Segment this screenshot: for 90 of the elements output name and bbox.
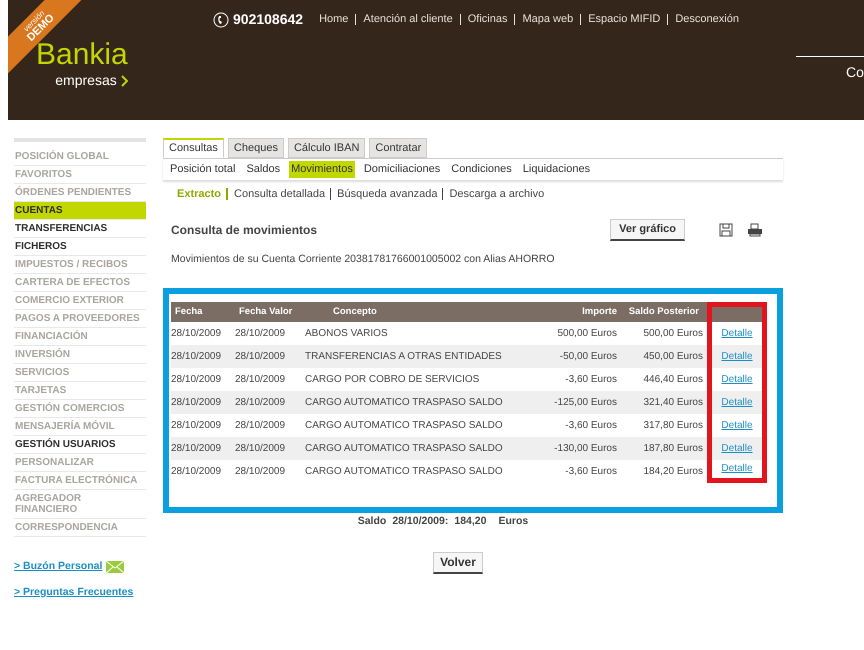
column-header: Fecha — [171, 302, 235, 322]
subtab[interactable]: Domiciliaciones — [362, 161, 442, 178]
sidebar-item[interactable]: CUENTAS — [14, 202, 146, 220]
table-cell: 28/10/2009 — [171, 390, 235, 414]
submenu-link[interactable]: Descarga a archivo — [449, 188, 544, 200]
subtab[interactable]: Saldos — [244, 161, 282, 178]
subtab[interactable]: Movimientos — [289, 161, 355, 178]
tab[interactable]: Consultas — [163, 138, 224, 158]
detail-link[interactable]: Detalle — [721, 348, 753, 364]
table-cell: -125,00 Euros — [509, 390, 621, 414]
submenu-link[interactable]: Búsqueda avanzada — [337, 188, 444, 200]
table-cell-text: 28/10/2009 — [235, 418, 286, 433]
table-cell-text: 28/10/2009 — [171, 418, 222, 433]
tab[interactable]: Contratar — [369, 138, 428, 158]
sidebar-item[interactable]: GESTIÓN USUARIOS — [14, 436, 146, 454]
table-cell: 28/10/2009 — [171, 436, 235, 460]
column-header: Fecha Valor — [235, 302, 303, 322]
table-cell-text: -3,60 Euros — [564, 372, 618, 387]
table-cell-text: CARGO AUTOMATICO TRASPASO SALDO — [304, 418, 504, 433]
table-cell-text: 28/10/2009 — [235, 326, 286, 341]
table-cell-text: 317,80 Euros — [642, 418, 704, 433]
subtab[interactable]: Condiciones — [449, 161, 514, 178]
logo[interactable]: Bankia — [36, 40, 128, 70]
table-cell-text: -3,60 Euros — [564, 464, 618, 479]
balance-amount: 184,20 — [454, 514, 486, 529]
detail-link[interactable]: Detalle — [721, 394, 753, 410]
header-link[interactable]: Desconexión — [667, 14, 739, 25]
table-cell-text: CARGO AUTOMATICO TRASPASO SALDO — [304, 464, 504, 479]
detail-link[interactable]: Detalle — [721, 461, 753, 476]
table-cell-text: ABONOS VARIOS — [304, 326, 389, 341]
header-link[interactable]: Oficinas — [460, 14, 508, 25]
table-cell: TRANSFERENCIAS A OTRAS ENTIDADES — [303, 344, 509, 368]
table-cell-text: 28/10/2009 — [171, 372, 222, 387]
table-cell: 28/10/2009 — [235, 390, 303, 414]
sidebar-item[interactable]: TRANSFERENCIAS — [14, 220, 146, 238]
table-cell-text: 28/10/2009 — [171, 326, 222, 341]
detail-link[interactable]: Detalle — [721, 326, 753, 341]
balance-label: Saldo — [358, 514, 386, 529]
detail-link[interactable]: Detalle — [721, 418, 753, 433]
balance-date: 28/10/2009: — [392, 514, 448, 529]
subtab[interactable]: Liquidaciones — [520, 161, 592, 178]
header-link[interactable]: Espacio MIFID — [580, 14, 660, 25]
table-cell: -130,00 Euros — [509, 436, 621, 460]
tab[interactable]: Cheques — [228, 138, 284, 158]
table-cell: 187,80 Euros — [621, 436, 707, 460]
detail-link[interactable]: Detalle — [721, 372, 753, 387]
tab[interactable]: Cálculo IBAN — [288, 138, 366, 158]
table-cell-text: 500,00 Euros — [642, 326, 704, 341]
table-cell: 28/10/2009 — [171, 344, 235, 368]
save-icon[interactable] — [719, 223, 733, 237]
table-cell: 450,00 Euros — [621, 344, 707, 368]
table-cell: 321,40 Euros — [621, 390, 707, 414]
table-cell-text: 28/10/2009 — [235, 464, 286, 479]
table-cell-text: 500,00 Euros — [556, 326, 618, 341]
cut-header-text: Co — [846, 63, 864, 82]
page-title: Consulta de movimientos — [171, 222, 318, 239]
table-cell-text: CARGO POR COBRO DE SERVICIOS — [304, 372, 480, 387]
print-icon[interactable] — [747, 223, 763, 237]
subtab[interactable]: Posición total — [168, 161, 238, 178]
chart-button[interactable]: Ver gráfico — [610, 219, 685, 241]
phone-number: 902108642 — [233, 10, 304, 29]
balance-currency: Euros — [498, 514, 528, 529]
back-button[interactable]: Volver — [433, 552, 483, 574]
column-header: Saldo Posterior — [621, 302, 707, 322]
table-cell-text: -3,60 Euros — [564, 418, 618, 433]
table-cell: -50,00 Euros — [509, 344, 621, 368]
header-link[interactable]: Atención al cliente — [355, 14, 453, 25]
chevron-icon — [120, 74, 128, 86]
account-description: Movimientos de su Cuenta Corriente 20381781766001005002 con Alias AHORRO — [170, 252, 556, 267]
submenu-link[interactable]: Consulta detallada — [234, 188, 332, 200]
table-cell-text: 28/10/2009 — [235, 372, 286, 387]
table-cell-text: 28/10/2009 — [171, 464, 222, 479]
help-link[interactable]: > Buzón Personal — [14, 559, 102, 575]
phone-icon — [213, 12, 229, 28]
help-link[interactable]: > Preguntas Frecuentes — [14, 584, 134, 600]
column-header: Importe — [509, 302, 621, 322]
column-header: Concepto — [303, 302, 509, 322]
detail-link[interactable]: Detalle — [721, 440, 753, 456]
table-cell: 28/10/2009 — [235, 436, 303, 460]
table-cell-text: 446,40 Euros — [642, 372, 704, 387]
sidebar-item[interactable]: FICHEROS — [14, 238, 146, 256]
submenu-link[interactable]: Extracto — [177, 188, 228, 200]
header-link[interactable]: Mapa web — [514, 14, 574, 25]
envelope-icon — [106, 560, 124, 573]
header-link[interactable]: Home — [319, 14, 348, 25]
table-cell: CARGO AUTOMATICO TRASPASO SALDO — [303, 390, 509, 414]
table-cell-text: 184,20 Euros — [642, 464, 704, 479]
table-cell: 28/10/2009 — [235, 344, 303, 368]
logo-subtitle: empresas — [55, 71, 117, 90]
table-cell: CARGO AUTOMATICO TRASPASO SALDO — [303, 436, 509, 460]
